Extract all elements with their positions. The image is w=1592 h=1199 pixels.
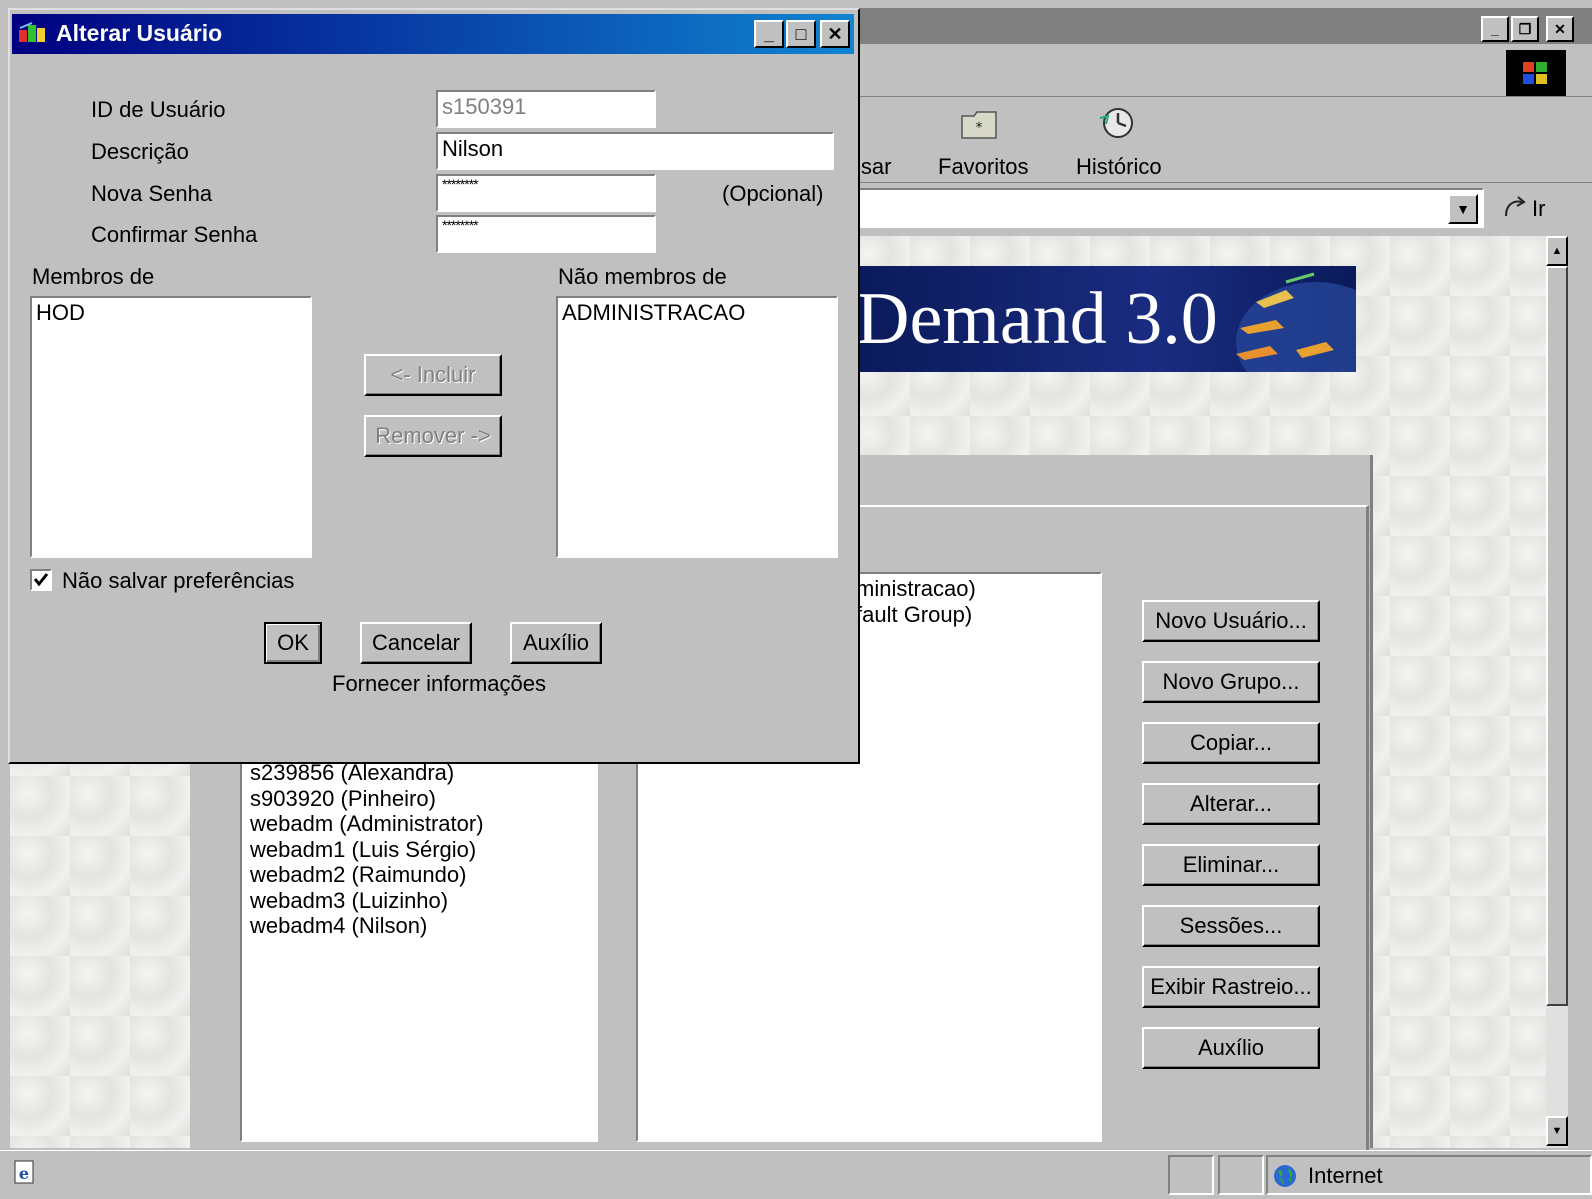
scroll-thumb[interactable]	[1546, 266, 1568, 1006]
list-item[interactable]: webadm3 (Luizinho)	[250, 888, 596, 914]
status-zone-panel: Internet	[1266, 1155, 1592, 1195]
list-item[interactable]: webadm2 (Raimundo)	[250, 862, 596, 888]
confirm-password-label: Confirmar Senha	[91, 222, 258, 247]
user-id-value: s150391	[442, 94, 527, 119]
include-button[interactable]: <- Incluir	[364, 354, 502, 396]
confirm-password-field[interactable]: ********	[436, 215, 656, 253]
confirm-password-value: ********	[442, 217, 479, 233]
banner-text: Demand 3.0	[856, 278, 1218, 360]
remove-button[interactable]: Remover ->	[364, 415, 502, 457]
address-dropdown-icon[interactable]: ▼	[1448, 194, 1478, 224]
globe-icon	[1272, 1163, 1298, 1189]
svg-text:*: *	[976, 120, 983, 136]
user-id-label: ID de Usuário	[91, 97, 226, 122]
list-item[interactable]: ministracao)	[856, 576, 976, 602]
dialog-close-icon[interactable]: ✕	[820, 20, 850, 48]
checkmark-icon	[33, 573, 49, 587]
optional-label: (Opcional)	[722, 181, 824, 206]
new-password-value: ********	[442, 176, 479, 192]
description-field[interactable]: Nilson	[436, 132, 834, 170]
footer-status-text: Fornecer informações	[332, 671, 546, 696]
members-of-label: Membros de	[32, 264, 155, 289]
windows-logo-icon	[1506, 50, 1566, 96]
dialog-help-button[interactable]: Auxílio	[510, 622, 602, 664]
toolbar-search-label[interactable]: isar	[856, 154, 891, 180]
minimize-icon[interactable]: _	[1481, 16, 1509, 42]
banner-graphic	[1226, 272, 1356, 372]
new-group-button[interactable]: Novo Grupo...	[1142, 661, 1320, 703]
go-arrow-icon[interactable]	[1502, 194, 1528, 222]
vertical-scrollbar[interactable]: ▲ ▼	[1546, 236, 1568, 1148]
not-members-of-label: Não membros de	[558, 264, 727, 289]
app-icon	[18, 22, 48, 46]
non-members-list[interactable]: ADMINISTRACAO	[556, 296, 838, 558]
status-zone-label: Internet	[1308, 1163, 1383, 1188]
view-trace-button[interactable]: Exibir Rastreio...	[1142, 966, 1320, 1008]
svg-text:e: e	[19, 1164, 29, 1183]
address-input[interactable]	[856, 188, 1484, 228]
description-value: Nilson	[442, 136, 504, 161]
members-list[interactable]: HOD	[30, 296, 312, 558]
cancel-button[interactable]: Cancelar	[360, 622, 472, 664]
scroll-up-icon[interactable]: ▲	[1546, 236, 1568, 266]
restore-icon[interactable]: ❐	[1511, 16, 1539, 42]
new-password-label: Nova Senha	[91, 181, 213, 206]
new-user-button[interactable]: Novo Usuário...	[1142, 600, 1320, 642]
dialog-title-bar[interactable]: Alterar Usuário _ □ ✕	[12, 14, 854, 54]
status-panel-2	[1218, 1155, 1264, 1195]
dialog-minimize-icon[interactable]: _	[754, 20, 784, 48]
dialog-maximize-icon[interactable]: □	[786, 20, 816, 48]
list-item[interactable]: webadm4 (Nilson)	[250, 913, 596, 939]
new-password-field[interactable]: ********	[436, 174, 656, 212]
users-list[interactable]: s239856 (Alexandra) s903920 (Pinheiro) w…	[240, 740, 598, 1142]
dont-save-checkbox[interactable]	[30, 569, 52, 591]
scroll-down-icon[interactable]: ▼	[1546, 1116, 1568, 1146]
list-item[interactable]: HOD	[36, 300, 306, 326]
delete-button[interactable]: Eliminar...	[1142, 844, 1320, 886]
groups-list-items: ministracao) fault Group)	[856, 576, 976, 627]
list-item[interactable]: webadm1 (Luis Sérgio)	[250, 837, 596, 863]
users-list-items: s239856 (Alexandra) s903920 (Pinheiro) w…	[250, 760, 596, 939]
list-item[interactable]: ADMINISTRACAO	[562, 300, 832, 326]
ie-page-icon: e	[12, 1159, 38, 1185]
list-item[interactable]: fault Group)	[856, 602, 976, 628]
dialog-title: Alterar Usuário	[56, 20, 223, 46]
status-panel-1	[1168, 1155, 1214, 1195]
copy-button[interactable]: Copiar...	[1142, 722, 1320, 764]
ok-button[interactable]: OK	[264, 622, 322, 664]
menu-bar	[856, 46, 1592, 97]
close-icon[interactable]: ✕	[1546, 16, 1574, 42]
product-banner: Demand 3.0	[856, 266, 1356, 372]
toolbar-history-button[interactable]: Histórico	[1076, 154, 1162, 180]
go-label[interactable]: Ir	[1532, 196, 1545, 222]
admin-help-button[interactable]: Auxílio	[1142, 1027, 1320, 1069]
favorites-icon: *	[960, 108, 998, 140]
dont-save-label[interactable]: Não salvar preferências	[62, 568, 294, 594]
toolbar-favorites-button[interactable]: Favoritos	[938, 154, 1028, 180]
list-item[interactable]: webadm (Administrator)	[250, 811, 596, 837]
change-button[interactable]: Alterar...	[1142, 783, 1320, 825]
sessions-button[interactable]: Sessões...	[1142, 905, 1320, 947]
list-item[interactable]: s903920 (Pinheiro)	[250, 786, 596, 812]
status-bar: e Internet	[0, 1150, 1592, 1199]
alter-user-dialog: Alterar Usuário _ □ ✕ ID de Usuário Desc…	[8, 8, 860, 764]
history-icon	[1096, 104, 1136, 142]
user-id-field: s150391	[436, 90, 656, 128]
description-label: Descrição	[91, 139, 189, 164]
